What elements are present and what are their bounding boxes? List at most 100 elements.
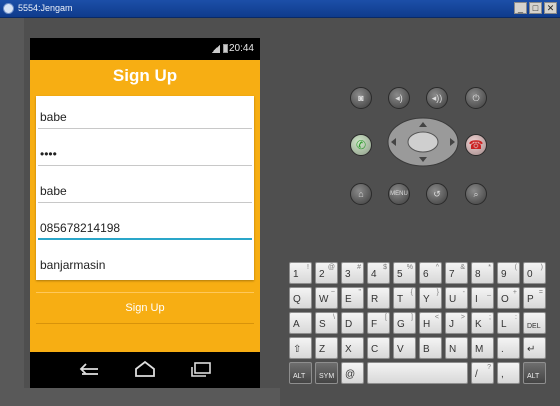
key-b[interactable]: B xyxy=(419,337,442,359)
window-titlebar: 5554:Jengam _ □ ✕ xyxy=(0,0,560,18)
volume-up-button[interactable]: ◂)) xyxy=(426,87,448,109)
call-icon: ✆ xyxy=(355,138,367,152)
key-l[interactable]: :L xyxy=(497,312,520,334)
home-icon: ⌂ xyxy=(358,189,364,199)
city-value: banjarmasin xyxy=(40,258,106,272)
name-field[interactable]: babe xyxy=(36,170,254,206)
key-x[interactable]: X xyxy=(341,337,364,359)
username-field[interactable]: babe xyxy=(36,96,254,132)
signup-button[interactable]: Sign Up xyxy=(36,292,254,324)
key-1[interactable]: ! 1 xyxy=(289,262,312,284)
key-5[interactable]: % 5 xyxy=(393,262,416,284)
key-9[interactable]: (9 xyxy=(497,262,520,284)
power-icon: ⏻ xyxy=(472,92,480,103)
key-t[interactable]: {T xyxy=(393,287,416,309)
field-underline-focused xyxy=(38,238,252,240)
key-8[interactable]: * 8 xyxy=(471,262,494,284)
search-icon: ⌕ xyxy=(473,188,479,199)
key-n[interactable]: N xyxy=(445,337,468,359)
key-q[interactable]: Q xyxy=(289,287,312,309)
window-left-border xyxy=(0,18,24,406)
city-field[interactable]: banjarmasin xyxy=(36,244,254,280)
battery-icon xyxy=(223,44,228,53)
home-icon[interactable] xyxy=(132,360,158,380)
key-enter[interactable]: ↵ xyxy=(523,337,546,359)
minimize-button[interactable]: _ xyxy=(514,2,527,14)
key-a[interactable]: A xyxy=(289,312,312,334)
window-bottom-border xyxy=(0,388,280,406)
key-alt-right[interactable]: ALT xyxy=(523,362,546,384)
phone-screen: 20:44 Sign Up babe •••• babe 08567821419… xyxy=(30,38,260,388)
key-at[interactable]: @ xyxy=(341,362,364,384)
key-h[interactable]: < H xyxy=(419,312,442,334)
signup-screen: Sign Up babe •••• babe 085678214198 banj… xyxy=(30,60,260,352)
menu-icon: MENU xyxy=(390,191,408,197)
key-6[interactable]: ^ 6 xyxy=(419,262,442,284)
key-shift[interactable]: ⇧ xyxy=(289,337,312,359)
hw-home-button[interactable]: ⌂ xyxy=(350,183,372,205)
key-k[interactable]: ; K xyxy=(471,312,494,334)
key-del[interactable]: DEL xyxy=(523,312,546,334)
key-y[interactable]: } Y xyxy=(419,287,442,309)
hw-search-button[interactable]: ⌕ xyxy=(465,183,487,205)
key-period[interactable]: . xyxy=(497,337,520,359)
end-call-button[interactable]: ☎ xyxy=(465,134,487,156)
dpad[interactable] xyxy=(387,117,459,167)
key-m[interactable]: M xyxy=(471,337,494,359)
key-r[interactable]: R xyxy=(367,287,390,309)
phone-field[interactable]: 085678214198 xyxy=(36,207,254,243)
page-title: Sign Up xyxy=(112,66,178,85)
key-v[interactable]: V xyxy=(393,337,416,359)
window-title: 5554:Jengam xyxy=(18,3,73,13)
key-3[interactable]: #3 xyxy=(341,262,364,284)
key-7[interactable]: & 7 xyxy=(445,262,468,284)
key-o[interactable]: + O xyxy=(497,287,520,309)
back-icon[interactable] xyxy=(76,360,102,380)
field-underline xyxy=(38,165,252,166)
password-field[interactable]: •••• xyxy=(36,133,254,169)
android-app-icon xyxy=(3,3,14,14)
key-z[interactable]: Z xyxy=(315,337,338,359)
username-value: babe xyxy=(40,110,67,124)
key-alt-left[interactable]: ALT xyxy=(289,362,312,384)
key-4[interactable]: $4 xyxy=(367,262,390,284)
form-card: babe •••• babe 085678214198 banjarmasin xyxy=(36,96,254,280)
key-2[interactable]: @2 xyxy=(315,262,338,284)
status-clock: 20:44 xyxy=(228,43,254,54)
back-icon: ↺ xyxy=(433,188,441,199)
camera-icon: ◙ xyxy=(358,93,364,103)
key-p[interactable]: = P xyxy=(523,287,546,309)
volume-down-button[interactable]: ◂) xyxy=(388,87,410,109)
signal-icon xyxy=(212,44,220,53)
phone-value: 085678214198 xyxy=(40,221,121,235)
key-slash[interactable]: ? / xyxy=(471,362,494,384)
key-j[interactable]: > J xyxy=(445,312,468,334)
key-w[interactable]: ~ W xyxy=(315,287,338,309)
field-underline xyxy=(38,202,252,203)
key-space[interactable] xyxy=(367,362,468,384)
key-g[interactable]: ] G xyxy=(393,312,416,334)
key-i[interactable]: _ I xyxy=(471,287,494,309)
password-value: •••• xyxy=(40,147,57,161)
key-d[interactable]: D xyxy=(341,312,364,334)
hw-back-button[interactable]: ↺ xyxy=(426,183,448,205)
recents-icon[interactable] xyxy=(188,360,214,380)
hw-menu-button[interactable]: MENU xyxy=(388,183,410,205)
key-e[interactable]: " E xyxy=(341,287,364,309)
camera-button[interactable]: ◙ xyxy=(350,87,372,109)
key-sym[interactable]: SYM xyxy=(315,362,338,384)
key-u[interactable]: -U xyxy=(445,287,468,309)
maximize-button[interactable]: □ xyxy=(529,2,542,14)
close-button[interactable]: ✕ xyxy=(544,2,557,14)
key-s[interactable]: \ S xyxy=(315,312,338,334)
end-call-icon: ☎ xyxy=(468,138,484,152)
field-underline xyxy=(38,128,252,129)
call-button[interactable]: ✆ xyxy=(350,134,372,156)
key-0[interactable]: ) 0 xyxy=(523,262,546,284)
name-value: babe xyxy=(40,184,67,198)
power-button[interactable]: ⏻ xyxy=(465,87,487,109)
key-comma[interactable]: , xyxy=(497,362,520,384)
volume-up-icon: ◂)) xyxy=(431,92,443,103)
key-c[interactable]: C xyxy=(367,337,390,359)
key-f[interactable]: [F xyxy=(367,312,390,334)
